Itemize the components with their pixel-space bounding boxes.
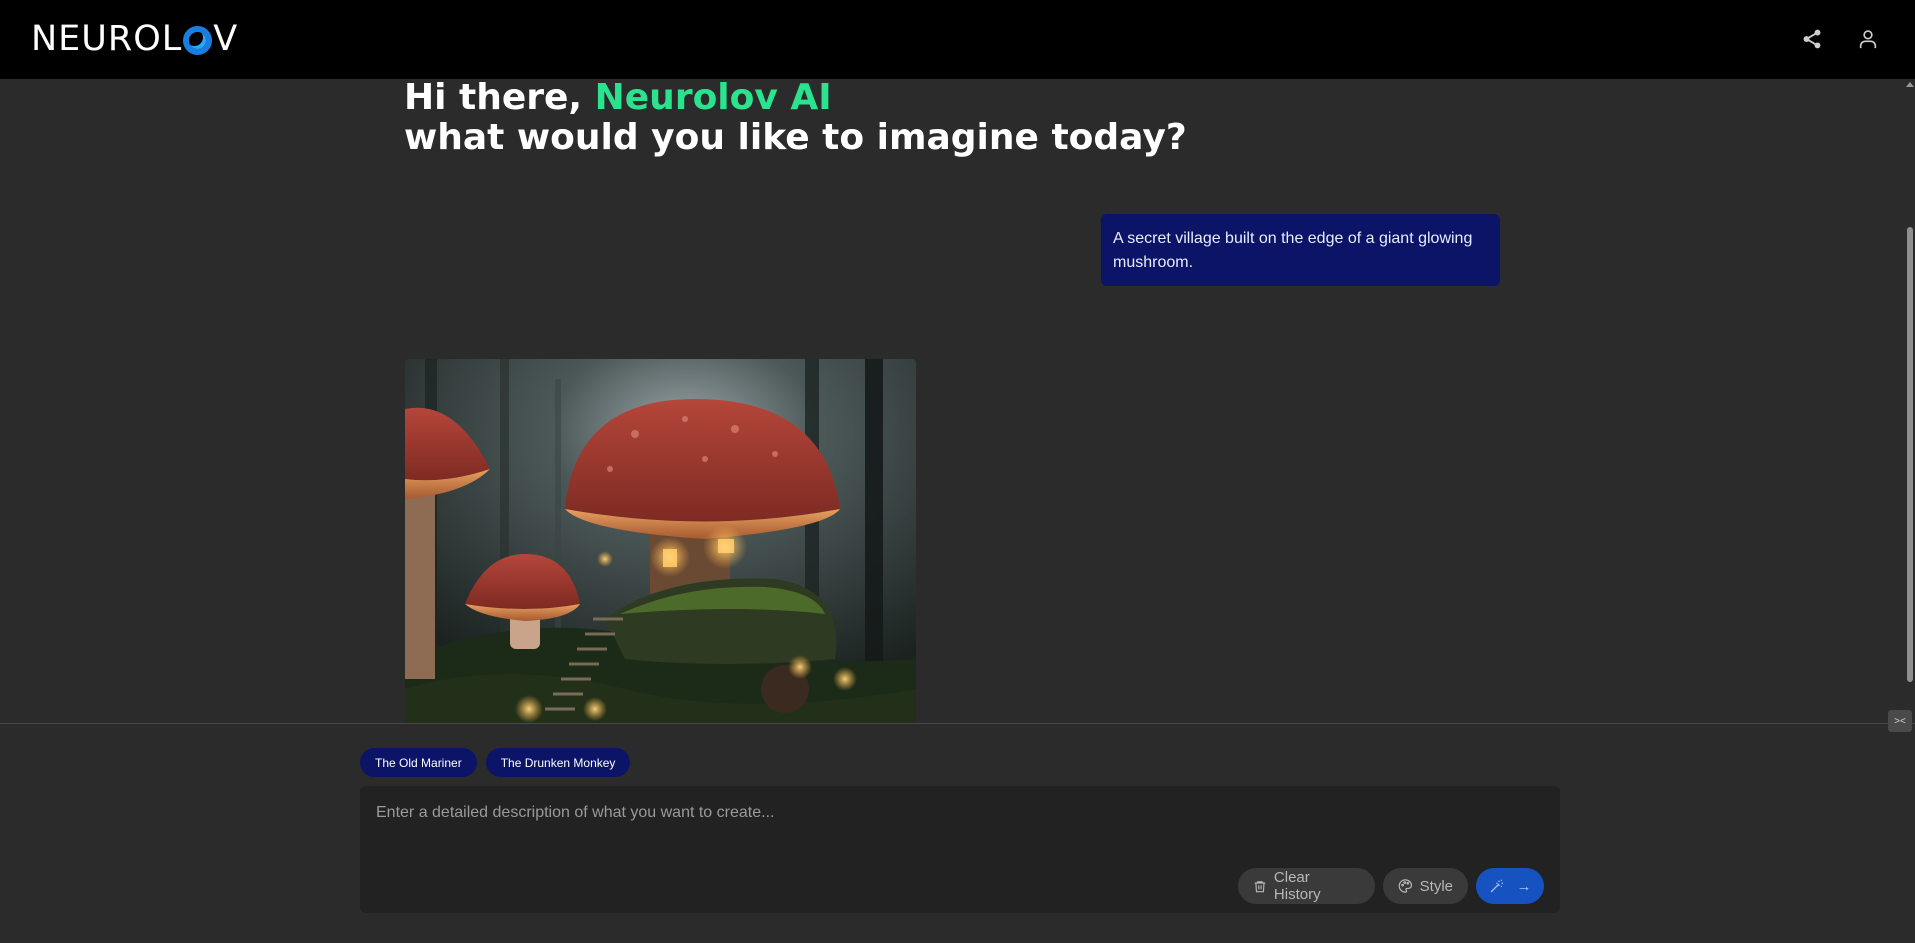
suggestion-chip[interactable]: The Drunken Monkey xyxy=(485,748,631,777)
clear-history-label: Clear History xyxy=(1273,869,1321,903)
greeting-line: Hi there, Neurolov AI xyxy=(404,78,1187,118)
neurolov-logo[interactable]: NEUROL V xyxy=(31,18,238,60)
style-button[interactable]: Style xyxy=(1383,868,1468,904)
trash-icon xyxy=(1254,880,1266,892)
user-icon[interactable] xyxy=(1855,26,1881,52)
collapse-toggle-icon[interactable]: >< xyxy=(1888,710,1912,732)
prompt-composer: Clear History Style → xyxy=(360,786,1560,913)
palette-icon xyxy=(1398,879,1413,893)
user-prompt-bubble: A secret village built on the edge of a … xyxy=(1101,214,1500,286)
scrollbar-thumb[interactable] xyxy=(1907,227,1913,682)
suggestion-chip[interactable]: The Old Mariner xyxy=(360,748,477,777)
magic-wand-icon xyxy=(1490,879,1503,893)
generated-image[interactable] xyxy=(405,359,916,723)
generate-button[interactable]: → xyxy=(1476,868,1544,904)
logo-text-right: V xyxy=(213,19,239,59)
logo-text-left: NEUROL xyxy=(31,19,183,59)
question-line: what would you like to imagine today? xyxy=(404,117,1187,158)
suggestion-chips: The Old Mariner The Drunken Monkey xyxy=(360,748,631,777)
share-icon[interactable] xyxy=(1799,26,1825,52)
hero-heading: Hi there, Neurolov AI what would you lik… xyxy=(404,78,1187,158)
logo-o-ring-icon xyxy=(183,25,213,55)
prompt-input[interactable] xyxy=(360,786,1560,866)
style-label: Style xyxy=(1419,877,1453,895)
assistant-name: Neurolov AI xyxy=(594,77,832,118)
generate-arrow: → xyxy=(1516,877,1532,895)
top-bar: NEUROL V xyxy=(0,0,1915,79)
greeting-text: Hi there, xyxy=(404,77,595,118)
composer-divider xyxy=(0,723,1915,724)
clear-history-button[interactable]: Clear History xyxy=(1238,868,1375,904)
scroll-up-arrow-icon[interactable] xyxy=(1906,82,1914,87)
chat-scrollbar[interactable] xyxy=(1905,79,1915,724)
